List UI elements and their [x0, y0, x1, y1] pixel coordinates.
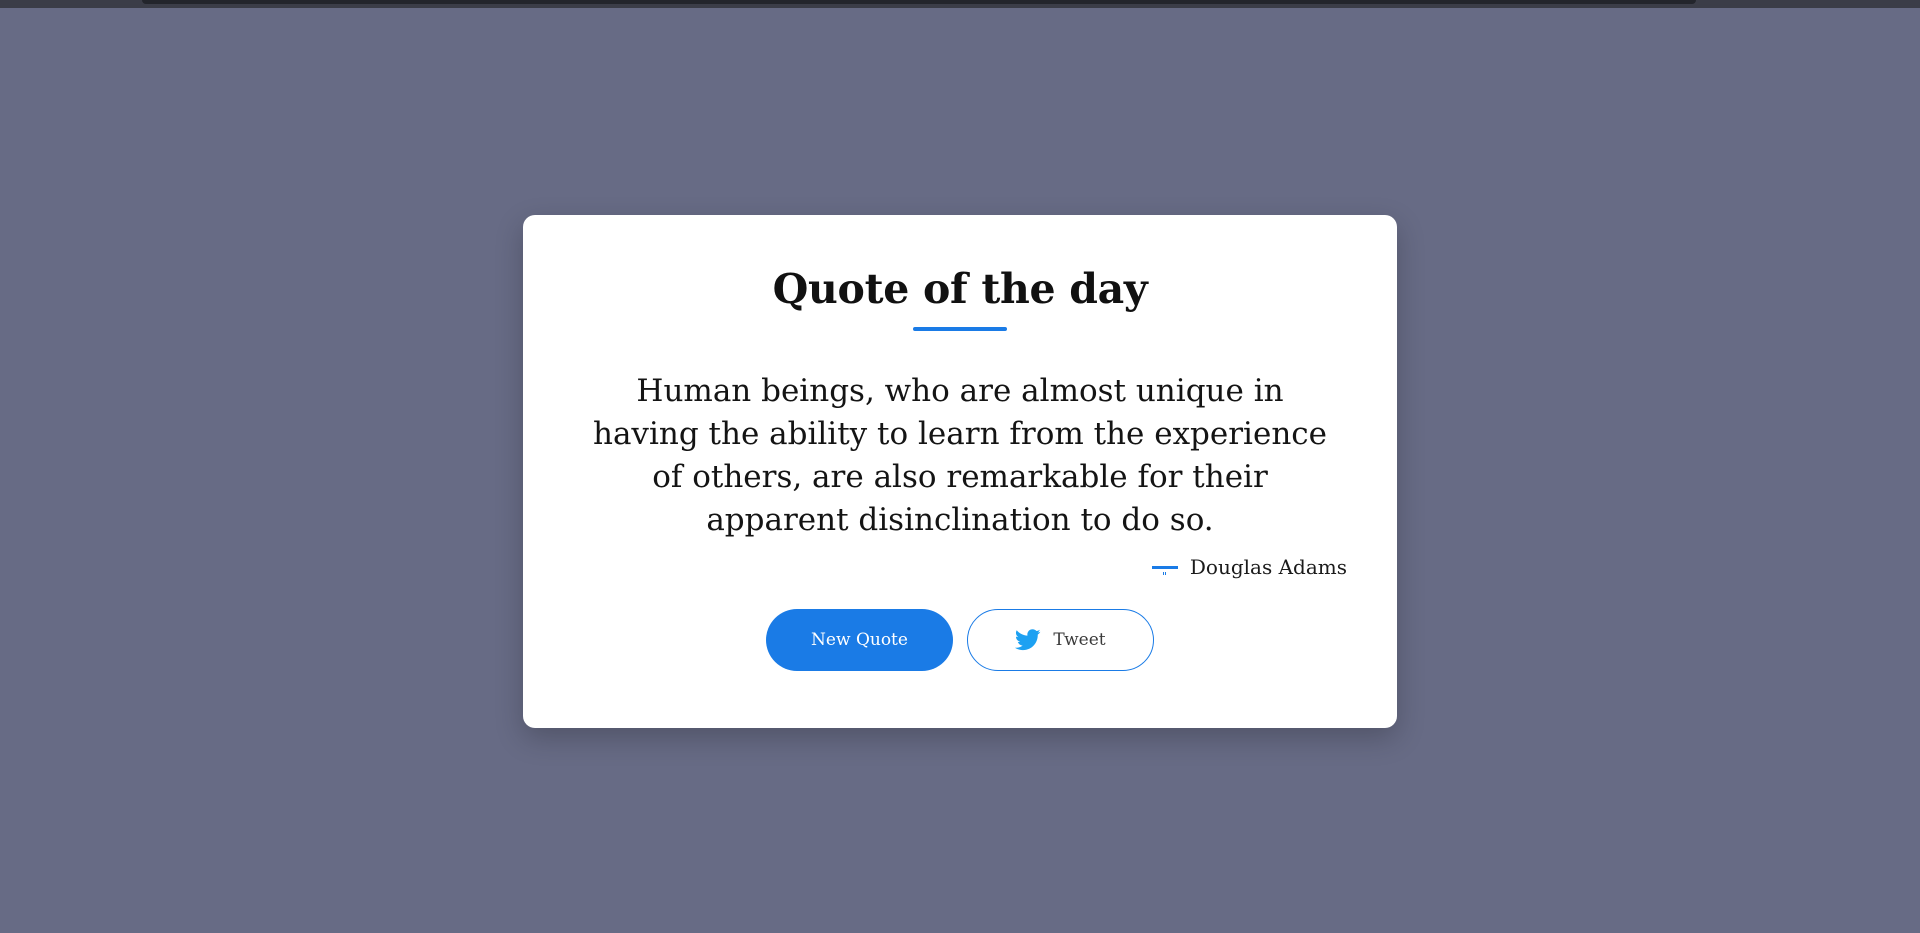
browser-top-bar: [142, 0, 1696, 4]
twitter-bird-icon: [1015, 629, 1041, 651]
dash-icon: [1151, 565, 1178, 575]
tweet-button[interactable]: Tweet: [967, 609, 1154, 671]
page-title: Quote of the day: [772, 265, 1148, 313]
browser-top-strip: [0, 0, 1920, 8]
new-quote-button[interactable]: New Quote: [766, 609, 953, 671]
title-underline: [913, 327, 1007, 331]
author-row: Douglas Adams: [1151, 553, 1347, 581]
quote-card: Quote of the day Human beings, who are a…: [523, 215, 1397, 728]
quote-text: Human beings, who are almost unique in h…: [592, 373, 1327, 538]
author-name: Douglas Adams: [1189, 555, 1347, 579]
button-row: New Quote Tweet: [766, 609, 1154, 671]
new-quote-label: New Quote: [811, 630, 908, 650]
tweet-label: Tweet: [1053, 630, 1106, 650]
